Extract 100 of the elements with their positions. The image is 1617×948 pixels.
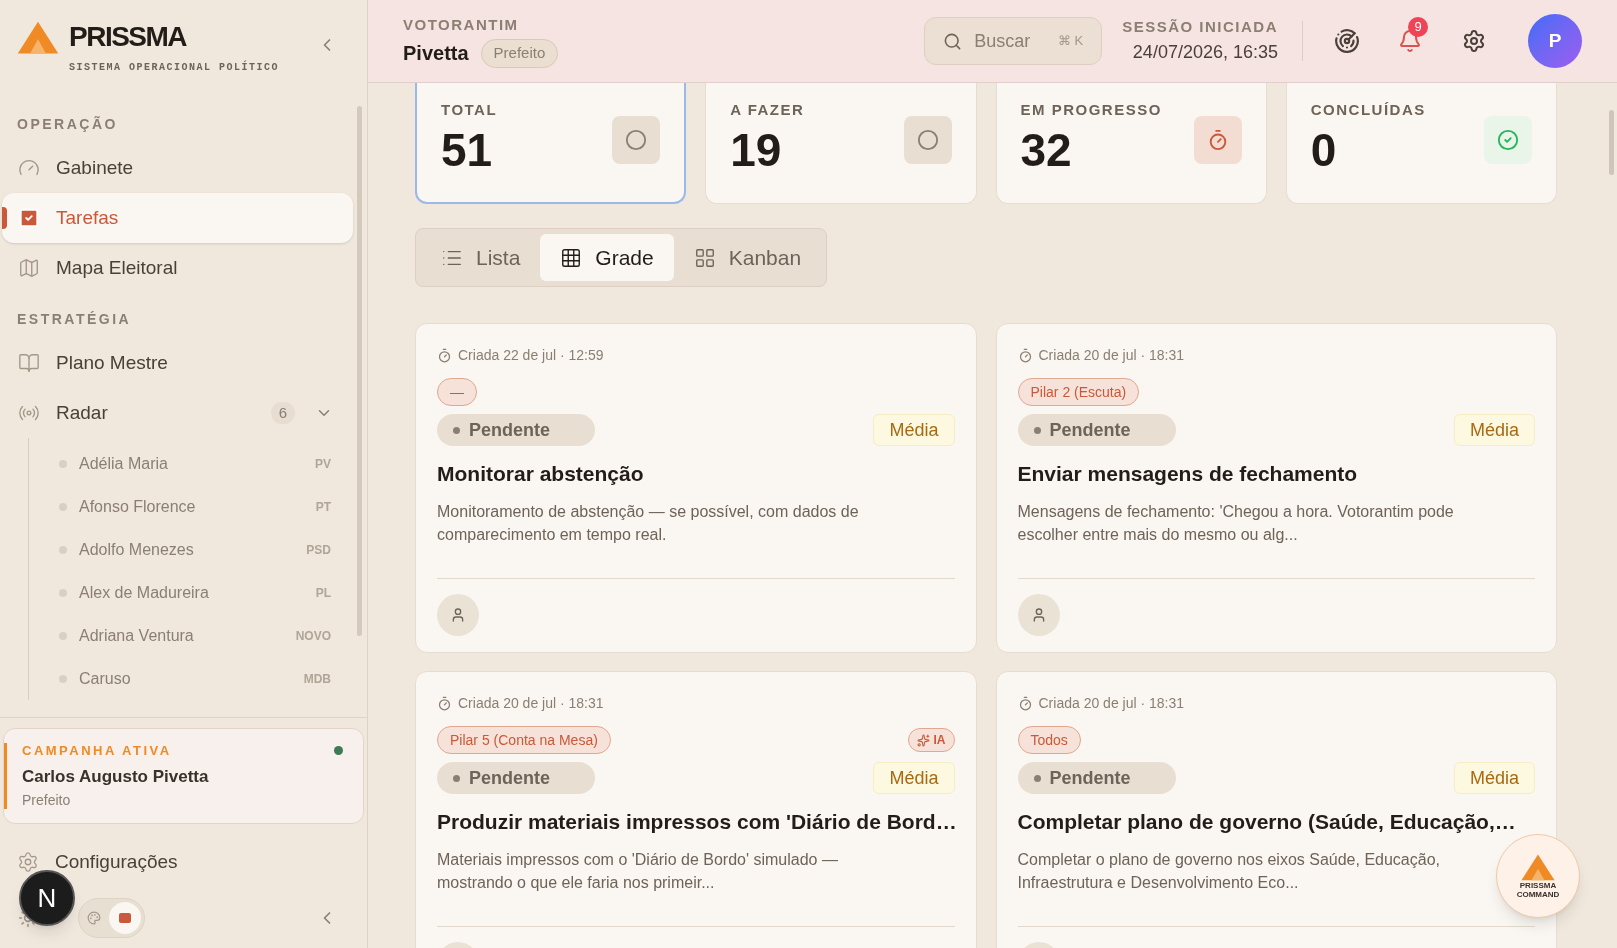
priority-badge: Média: [1453, 414, 1535, 446]
sidebar-item[interactable]: Mapa Eleitoral: [2, 243, 353, 293]
logo-icon: [1520, 852, 1556, 882]
stat-card[interactable]: CONCLUÍDAS 0: [1285, 83, 1557, 204]
priority-badge: Média: [873, 762, 955, 794]
task-description: Materiais impressos com o 'Diário de Bordo' simulado — mostrando o que ele faria nos primeir...: [437, 849, 839, 893]
timer-icon: [1193, 116, 1242, 164]
sidebar-item[interactable]: Radar 6: [2, 388, 353, 438]
stat-value: 0: [1310, 122, 1338, 178]
stat-card[interactable]: A FAZER 19: [705, 83, 977, 204]
shortcut-hint: ⌘ K: [1057, 32, 1084, 51]
theme-swatch: [109, 902, 141, 934]
tag-pill: —: [437, 378, 477, 406]
brand-name: PRISSMA: [69, 20, 188, 54]
party-label: PT: [315, 498, 331, 516]
party-label: PSD: [306, 541, 331, 559]
stat-label: CONCLUÍDAS: [1310, 100, 1426, 120]
role-badge: Prefeito: [480, 39, 559, 68]
brand-tagline: SISTEMA OPERACIONAL POLÍTICO: [69, 60, 280, 75]
party-label: PV: [315, 455, 331, 473]
timer-icon: [1017, 696, 1033, 711]
task-title: Completar plano de governo (Saúde, Educação,…: [1017, 809, 1517, 835]
radar-item-label: Afonso Florence: [79, 496, 196, 517]
created-date: Criada 20 de jul · 18:31: [458, 694, 604, 713]
stat-label: A FAZER: [730, 100, 805, 120]
stat-card[interactable]: TOTAL 51: [415, 83, 687, 204]
sidebar-item[interactable]: Tarefas: [2, 193, 353, 243]
campaign-name: Carlos Augusto Pivetta: [22, 766, 210, 788]
stat-label: EM PROGRESSO: [1020, 100, 1162, 120]
task-description: Monitoramento de abstenção — se possível, com dados de comparecimento em tempo real.: [437, 501, 860, 545]
task-title: Produzir materiais impressos com 'Diário de Bord…: [437, 809, 955, 835]
status-pill: Pendente: [1017, 414, 1176, 446]
tag-pill: Todos: [1017, 726, 1081, 754]
active-indicator: [2, 207, 7, 229]
timer-icon: [437, 696, 452, 711]
user-avatar[interactable]: P: [1528, 14, 1582, 68]
assignee-avatar[interactable]: [437, 594, 479, 636]
sidebar-item-label: Mapa Eleitoral: [56, 255, 178, 280]
palette-icon: [87, 911, 101, 925]
campaign-card[interactable]: CAMPANHA ATIVA Carlos Augusto Pivetta Prefeito: [3, 727, 364, 824]
task-card[interactable]: Criada 20 de jul · 18:31 Pilar 2 (Escuta) Pendente Média Enviar mensagens de fechamento Mensagens de fechamento: 'Chegou a hora. Votorantim pode escolher entre mais do mesmo ou alg...: [995, 323, 1557, 653]
radar-item-label: Adolfo Menezes: [79, 539, 194, 560]
logo-icon: [16, 20, 60, 56]
campaign-role: Prefeito: [22, 790, 72, 810]
checkbox-icon: [18, 207, 40, 229]
timer-icon: [437, 348, 452, 363]
radar-item-label: Adélia Maria: [79, 453, 168, 474]
timer-icon: [1017, 348, 1033, 363]
search-input[interactable]: Buscar: [974, 27, 1049, 55]
radar-icon[interactable]: [1334, 28, 1360, 54]
task-description: Mensagens de fechamento: 'Chegou a hora. Votorantim pode escolher entre mais do mesmo ou alg...: [1017, 501, 1455, 545]
radar-item-label: Alex de Madureira: [79, 582, 209, 603]
sidebar-item-label: Gabinete: [56, 155, 134, 180]
settings-icon[interactable]: [1462, 29, 1486, 53]
status-pill: Pendente: [1017, 762, 1176, 794]
dev-badge[interactable]: N: [19, 870, 75, 926]
kanban-icon: [693, 246, 716, 269]
stat-value: 32: [1020, 122, 1073, 178]
session-time: 24/07/2026, 16:35: [1132, 40, 1278, 64]
sidebar-item-label: Plano Mestre: [56, 350, 168, 375]
task-title: Monitorar abstenção: [437, 461, 645, 487]
notification-badge: 9: [1408, 17, 1428, 37]
assignee-avatar[interactable]: [1017, 594, 1060, 636]
task-title: Enviar mensagens de fechamento: [1017, 461, 1359, 487]
theme-toggle[interactable]: [78, 898, 145, 938]
grid-icon: [560, 246, 583, 269]
view-tab[interactable]: Kanban: [673, 234, 822, 281]
section-heading: ESTRATÉGIA: [16, 310, 133, 329]
task-card[interactable]: Criada 22 de jul · 12:59 — Pendente Média Monitorar abstenção Monitoramento de abstenção — se possível, com dados de comparecimento em tempo real.: [415, 323, 977, 653]
map-icon: [18, 257, 40, 279]
sidebar-item[interactable]: Plano Mestre: [2, 338, 353, 388]
sidebar-item-label: Tarefas: [56, 205, 119, 230]
radar-item-label: Adriana Ventura: [79, 625, 194, 646]
search-icon: [943, 31, 963, 51]
stat-value: 19: [730, 122, 783, 178]
book-icon: [18, 352, 40, 374]
view-tab[interactable]: Grade: [540, 234, 674, 281]
radar-item-label: Caruso: [79, 668, 131, 689]
view-tab[interactable]: Lista: [421, 234, 541, 281]
status-pill: Pendente: [437, 414, 595, 446]
tag-pill: Pilar 2 (Escuta): [1017, 378, 1140, 406]
campaign-heading: CAMPANHA ATIVA: [22, 741, 172, 760]
sidebar-item[interactable]: Gabinete: [2, 143, 353, 193]
stat-card[interactable]: EM PROGRESSO 32: [995, 83, 1267, 204]
party-label: MDB: [303, 670, 331, 688]
count-badge: 6: [270, 401, 295, 425]
settings-icon: [17, 850, 39, 873]
status-pill: Pendente: [437, 762, 595, 794]
created-date: Criada 20 de jul · 18:31: [1038, 346, 1185, 365]
stat-value: 51: [441, 122, 494, 178]
sidebar-item-label: Radar: [56, 400, 108, 425]
session-label: SESSÃO INICIADA: [1122, 17, 1278, 38]
party-label: NOVO: [295, 627, 331, 645]
notification-icon[interactable]: [1398, 29, 1422, 53]
party-label: PL: [315, 584, 331, 602]
task-card[interactable]: [415, 671, 977, 948]
stat-label: TOTAL: [441, 100, 498, 120]
priority-badge: Média: [1453, 762, 1535, 794]
created-date: Criada 22 de jul · 12:59: [458, 346, 604, 365]
candidate-name: Pivetta: [403, 41, 469, 67]
